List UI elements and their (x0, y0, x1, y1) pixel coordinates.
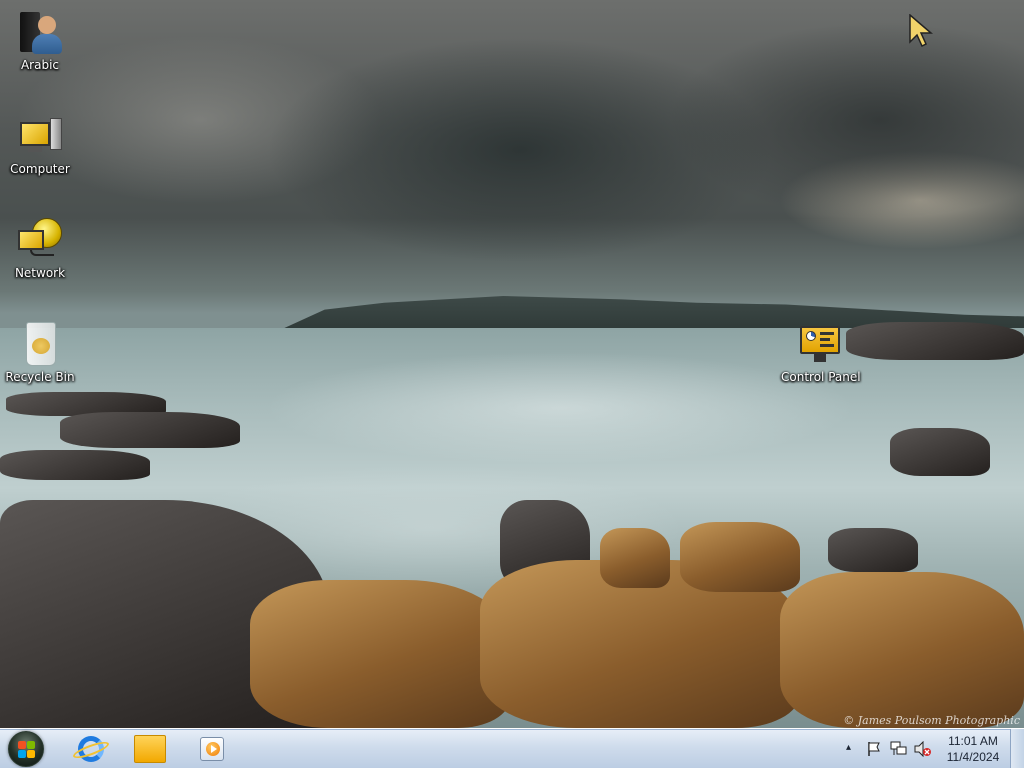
folder-icon (134, 735, 166, 763)
taskbar-media-player[interactable] (186, 731, 238, 767)
computer-icon (16, 112, 64, 160)
windows-logo-icon (18, 741, 36, 759)
clock-date: 11/4/2024 (946, 750, 1000, 764)
desktop-icon-user-folder[interactable]: Arabic (2, 8, 78, 72)
desktop-icon-label: Control Panel (781, 370, 861, 384)
user-folder-icon (16, 8, 64, 56)
wallpaper-rock (250, 580, 510, 728)
clock-time: 11:01 AM (948, 734, 998, 748)
taskbar: ▴ 11:01 AM 11/4/2024 (0, 728, 1024, 768)
desktop-icon-label: Network (14, 266, 66, 280)
wallpaper-rock (828, 528, 918, 572)
desktop-icon-network[interactable]: Network (2, 216, 78, 280)
wallpaper-rock (60, 412, 240, 448)
control-panel-icon (796, 320, 844, 368)
wallpaper-rock (890, 428, 990, 476)
show-hidden-icons-button[interactable]: ▴ (846, 741, 851, 755)
wallpaper-watermark: © James Poulsom Photographic (843, 714, 1020, 727)
flag-icon[interactable] (866, 741, 882, 757)
wallpaper-rock (600, 528, 670, 588)
taskbar-clock[interactable]: 11:01 AM 11/4/2024 (938, 733, 1008, 765)
network-tray-icon[interactable] (890, 741, 908, 757)
start-button[interactable] (8, 731, 44, 767)
network-icon (16, 216, 64, 264)
wallpaper-rock (780, 572, 1024, 728)
show-desktop-button[interactable] (1010, 729, 1024, 768)
wallpaper-rock (680, 522, 800, 592)
media-player-icon (200, 737, 224, 761)
taskbar-internet-explorer[interactable] (64, 731, 116, 767)
system-tray: ▴ (840, 729, 940, 768)
recycle-bin-icon (16, 320, 64, 368)
desktop-icon-control-panel[interactable]: Control Panel (781, 320, 861, 384)
desktop-icon-computer[interactable]: Computer (2, 112, 78, 176)
wallpaper-rock (846, 322, 1024, 360)
volume-muted-icon[interactable] (914, 741, 932, 757)
desktop[interactable]: Arabic Computer Network Recycle Bin Cont… (0, 0, 1024, 728)
desktop-icon-label: Recycle Bin (5, 370, 75, 384)
mouse-cursor-icon (909, 13, 935, 51)
desktop-icon-label: Arabic (20, 58, 60, 72)
wallpaper-rock (0, 450, 150, 480)
desktop-icon-label: Computer (10, 162, 70, 176)
desktop-icon-recycle-bin[interactable]: Recycle Bin (2, 320, 78, 384)
taskbar-windows-explorer[interactable] (124, 731, 176, 767)
